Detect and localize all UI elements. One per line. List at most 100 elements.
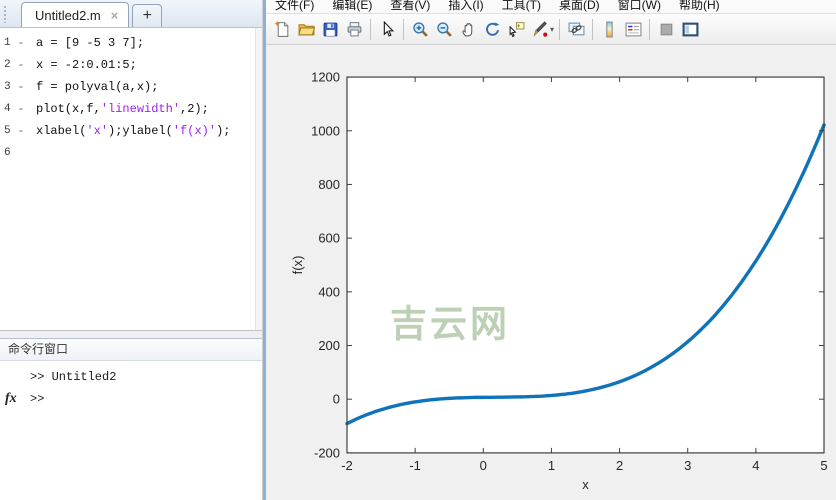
x-tick-label: 0 — [480, 458, 487, 473]
tab-title: Untitled2.m — [35, 7, 101, 23]
save-figure-icon — [323, 22, 337, 36]
y-tick-label: 1000 — [311, 123, 340, 138]
figure-toolbar: ▾ — [266, 14, 836, 45]
y-tick-label: 1200 — [311, 70, 340, 85]
figure-plot-svg: 吉云网 -2 -1 0 1 2 3 4 5 -200 0 200 400 600 800 1000 1200 x f… — [290, 70, 828, 492]
show-plot-tools-icon — [682, 22, 698, 36]
tab-close-icon[interactable]: × — [111, 8, 119, 23]
menu-view[interactable]: 查看(V) — [381, 0, 439, 13]
menu-window[interactable]: 窗口(W) — [609, 0, 670, 13]
command-prompt[interactable]: >> — [30, 392, 44, 406]
editor-line[interactable]: 5- xlabel('x');ylabel('f(x)'); — [0, 120, 262, 142]
link-plots-icon — [568, 22, 584, 35]
code-editor[interactable]: 1-a = [9 -5 3 7]; 2- x = -2:0.01:5; 3- f = p… — [0, 28, 262, 330]
data-cursor-button[interactable] — [505, 17, 527, 41]
pan-button[interactable] — [457, 17, 479, 41]
insert-colorbar-button[interactable] — [598, 17, 620, 41]
panel-divider[interactable] — [0, 330, 262, 338]
editor-line[interactable]: 1-a = [9 -5 3 7]; — [0, 32, 262, 54]
x-tick-label: 3 — [684, 458, 691, 473]
x-tick-label: 2 — [616, 458, 623, 473]
brush-icon — [532, 20, 547, 37]
hide-plot-tools-button[interactable] — [655, 17, 677, 41]
menu-file[interactable]: 文件(F) — [266, 0, 323, 13]
editor-line[interactable]: 2-x = -2:0.01:5; — [0, 54, 262, 76]
line-number: 5 — [4, 125, 11, 137]
pointer-button[interactable] — [376, 17, 398, 41]
command-window-body[interactable]: >> Untitled2 fx >> — [0, 361, 262, 500]
code-segment: );ylabel( — [108, 124, 173, 138]
dock-grip-icon[interactable] — [3, 5, 8, 23]
y-tick-label: 600 — [318, 231, 340, 246]
code-segment: xlabel( — [36, 124, 87, 138]
toolbar-separator — [592, 18, 594, 40]
menu-edit[interactable]: 编辑(E) — [323, 0, 381, 13]
code-text: f = polyval(a,x); — [36, 80, 158, 94]
editor-scrollbar[interactable] — [255, 28, 262, 330]
code-text: a = [9 -5 3 7]; — [36, 36, 144, 50]
command-window: 命令行窗口 >> Untitled2 fx >> — [0, 338, 262, 500]
open-file-button[interactable] — [295, 17, 317, 41]
code-segment: ,2); — [180, 102, 209, 116]
code-text: plot(x,f,'linewidth',2); — [36, 102, 209, 116]
menu-help[interactable]: 帮助(H) — [670, 0, 729, 13]
editor-line[interactable]: 3-f = polyval(a,x); — [0, 76, 262, 98]
new-figure-button[interactable] — [271, 17, 293, 41]
y-tick-label: 200 — [318, 338, 340, 353]
brush-button[interactable] — [529, 17, 551, 41]
save-figure-button[interactable] — [319, 17, 341, 41]
editor-line[interactable]: 4- plot(x,f,'linewidth',2); — [0, 98, 262, 120]
zoom-in-button[interactable] — [409, 17, 431, 41]
insert-legend-button[interactable] — [622, 17, 644, 41]
figure-canvas: 吉云网 -2 -1 0 1 2 3 4 5 -200 0 200 400 600 800 1000 1200 x f… — [266, 45, 836, 500]
x-tick-label: 5 — [820, 458, 827, 473]
toolbar-separator — [559, 18, 561, 40]
pan-icon — [461, 22, 472, 36]
x-tick-label: -1 — [409, 458, 421, 473]
fx-function-hint-icon[interactable]: fx — [5, 391, 17, 407]
code-segment: plot(x,f, — [36, 102, 101, 116]
x-tick-label: 1 — [548, 458, 555, 473]
menu-desktop[interactable]: 桌面(D) — [550, 0, 609, 13]
y-tick-label: -200 — [314, 445, 340, 460]
command-prompt-row: fx >> — [0, 391, 262, 410]
figure-menubar-items: 文件(F) 编辑(E) 查看(V) 插入(I) 工具(T) 桌面(D) 窗口(W) 帮助(H) — [266, 0, 836, 13]
line-exec-dash: - — [17, 102, 25, 116]
x-axis-label: x — [582, 477, 589, 492]
figure-window: 文件(F) 编辑(E) 查看(V) 插入(I) 工具(T) 桌面(D) 窗口(W) 帮助(H)… — [263, 0, 836, 500]
link-plots-button[interactable] — [565, 17, 587, 41]
brush-dropdown-caret-icon[interactable]: ▾ — [550, 25, 554, 34]
command-window-header[interactable]: 命令行窗口 — [0, 339, 262, 361]
zoom-out-icon — [436, 21, 452, 37]
new-tab-button[interactable]: + — [132, 4, 163, 27]
toolbar-separator — [649, 18, 651, 40]
editor-lines: 1-a = [9 -5 3 7]; 2- x = -2:0.01:5; 3- f = p… — [0, 32, 262, 164]
tab-untitled2[interactable]: Untitled2.m × — [21, 2, 130, 27]
insert-colorbar-icon — [605, 21, 613, 37]
show-plot-tools-button[interactable] — [679, 17, 701, 41]
menu-insert[interactable]: 插入(I) — [439, 0, 492, 13]
rotate-3d-button[interactable] — [481, 17, 503, 41]
code-text: xlabel('x');ylabel('f(x)'); — [36, 124, 230, 138]
code-string-literal: 'f(x)' — [172, 124, 217, 138]
print-button[interactable] — [343, 17, 365, 41]
x-tick-label: -2 — [341, 458, 353, 473]
menu-tools[interactable]: 工具(T) — [493, 0, 550, 13]
rotate-3d-icon — [485, 21, 499, 36]
line-exec-dash: - — [17, 58, 25, 72]
code-segment: ); — [216, 124, 231, 138]
editor-line[interactable]: 6 — [0, 142, 262, 164]
toolbar-separator — [403, 18, 404, 40]
zoom-out-button[interactable] — [433, 17, 455, 41]
command-history-line: >> Untitled2 — [30, 370, 117, 384]
line-exec-dash: - — [17, 80, 25, 94]
editor-tabbar: Untitled2.m × + — [0, 0, 262, 28]
x-tick-label: 4 — [752, 458, 759, 473]
editor-panel: Untitled2.m × + 1-a = [9 -5 3 7]; 2- x = -… — [0, 0, 263, 500]
code-text: x = -2:0.01:5; — [36, 58, 137, 72]
toolbar-separator — [370, 18, 371, 40]
y-tick-label: 400 — [318, 284, 340, 299]
code-string-literal: 'x' — [86, 124, 109, 138]
y-axis-label: f(x) — [290, 256, 305, 275]
y-tick-label: 0 — [333, 392, 340, 407]
